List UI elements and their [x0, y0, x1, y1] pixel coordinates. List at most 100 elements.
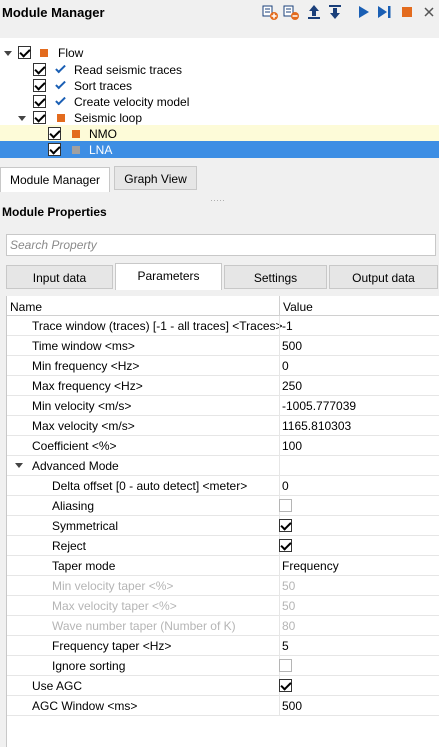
tree-checkbox[interactable] — [48, 143, 61, 156]
property-row[interactable]: Time window <ms> 500 — [7, 336, 439, 356]
property-row[interactable]: AGC Window <ms> 500 — [7, 696, 439, 716]
tree-item-nmo[interactable]: NMO — [0, 125, 439, 142]
property-value[interactable]: 5 — [282, 639, 289, 653]
property-row[interactable]: Delta offset [0 - auto detect] <meter> 0 — [7, 476, 439, 496]
property-value[interactable]: 500 — [282, 699, 302, 713]
tree-item-read-seismic-traces[interactable]: Read seismic traces — [0, 62, 439, 78]
ignore-sorting-checkbox[interactable] — [279, 659, 292, 672]
tree-item-label: Create velocity model — [74, 95, 190, 109]
property-name: Trace window (traces) [-1 - all traces] … — [32, 319, 283, 333]
column-header-value: Value — [283, 300, 313, 314]
view-tabs: Module Manager Graph View — [0, 166, 439, 192]
property-row[interactable]: Frequency taper <Hz> 5 — [7, 636, 439, 656]
property-name: Min velocity taper <%> — [52, 579, 174, 593]
collapse-arrow-icon[interactable] — [15, 463, 23, 468]
tree-checkbox[interactable] — [18, 46, 31, 59]
expand-arrow-icon[interactable] — [18, 116, 26, 121]
panel-title: Module Manager — [2, 5, 105, 20]
property-name: Ignore sorting — [52, 659, 126, 673]
property-name: Max velocity taper <%> — [52, 599, 177, 613]
aliasing-checkbox[interactable] — [279, 499, 292, 512]
property-value[interactable]: 100 — [282, 439, 302, 453]
module-properties-title: Module Properties — [2, 205, 107, 219]
tree-item-create-velocity-model[interactable]: Create velocity model — [0, 94, 439, 110]
module-square-icon — [72, 130, 80, 138]
property-value[interactable]: 0 — [282, 479, 289, 493]
splitter-handle[interactable] — [0, 192, 439, 201]
property-row[interactable]: Min velocity <m/s> -1005.777039 — [7, 396, 439, 416]
symmetrical-checkbox[interactable] — [279, 519, 292, 532]
module-manager-header: Module Manager — [0, 0, 439, 26]
property-row[interactable]: Max frequency <Hz> 250 — [7, 376, 439, 396]
tree-item-lna[interactable]: LNA — [0, 141, 439, 158]
tab-input-data[interactable]: Input data — [6, 265, 113, 289]
property-grid-header: Name Value — [7, 296, 439, 316]
check-icon — [55, 94, 66, 106]
tab-label: Output data — [352, 271, 415, 285]
property-value[interactable]: 500 — [282, 339, 302, 353]
reject-checkbox[interactable] — [279, 539, 292, 552]
tab-settings[interactable]: Settings — [224, 265, 327, 289]
tab-label: Input data — [32, 271, 87, 285]
property-value[interactable]: 1165.810303 — [282, 419, 351, 433]
tab-output-data[interactable]: Output data — [329, 265, 438, 289]
property-name: Min frequency <Hz> — [32, 359, 140, 373]
property-row[interactable]: Symmetrical — [7, 516, 439, 536]
property-row[interactable]: Aliasing — [7, 496, 439, 516]
property-group-advanced-mode[interactable]: Advanced Mode — [7, 456, 439, 476]
tab-label: Settings — [253, 271, 298, 285]
property-name: Max velocity <m/s> — [32, 419, 135, 433]
search-property-input[interactable] — [6, 234, 436, 256]
property-value[interactable]: 250 — [282, 379, 302, 393]
tree-checkbox[interactable] — [33, 79, 46, 92]
module-square-icon — [57, 114, 65, 122]
property-row[interactable]: Ignore sorting — [7, 656, 439, 676]
run-step-icon[interactable] — [376, 4, 392, 20]
property-row[interactable]: Max velocity <m/s> 1165.810303 — [7, 416, 439, 436]
stop-icon[interactable] — [399, 4, 415, 20]
property-name: AGC Window <ms> — [32, 699, 138, 713]
property-name: Use AGC — [32, 679, 83, 693]
close-icon[interactable] — [421, 4, 437, 20]
tree-checkbox[interactable] — [48, 127, 61, 140]
property-row[interactable]: Trace window (traces) [-1 - all traces] … — [7, 316, 439, 336]
add-module-icon[interactable] — [262, 4, 278, 20]
taper-mode-select[interactable]: Frequency — [282, 559, 339, 573]
property-row[interactable]: Coefficient <%> 100 — [7, 436, 439, 456]
column-divider[interactable] — [279, 296, 280, 316]
use-agc-checkbox[interactable] — [279, 679, 292, 692]
property-tabs: Input data Parameters Settings Output da… — [0, 263, 439, 290]
property-row[interactable]: Taper mode Frequency — [7, 556, 439, 576]
property-row[interactable]: Min frequency <Hz> 0 — [7, 356, 439, 376]
tree-item-sort-traces[interactable]: Sort traces — [0, 78, 439, 94]
property-row: Min velocity taper <%> 50 — [7, 576, 439, 596]
property-value: 50 — [282, 579, 296, 593]
check-icon — [55, 78, 66, 90]
expand-arrow-icon[interactable] — [4, 51, 12, 56]
property-name: Time window <ms> — [32, 339, 135, 353]
property-row[interactable]: Reject — [7, 536, 439, 556]
tree-checkbox[interactable] — [33, 63, 46, 76]
property-value[interactable]: 0 — [282, 359, 289, 373]
property-name: Coefficient <%> — [32, 439, 117, 453]
tab-module-manager[interactable]: Module Manager — [0, 167, 110, 192]
tree-checkbox[interactable] — [33, 111, 46, 124]
tree-item-label: Flow — [58, 46, 84, 60]
tree-item-seismic-loop[interactable]: Seismic loop — [0, 110, 439, 126]
property-name: Reject — [52, 539, 87, 553]
property-name: Min velocity <m/s> — [32, 399, 132, 413]
module-square-icon — [72, 146, 80, 154]
property-row[interactable]: Use AGC — [7, 676, 439, 696]
tab-graph-view[interactable]: Graph View — [114, 166, 197, 190]
tree-item-flow[interactable]: Flow — [0, 45, 439, 61]
property-value[interactable]: -1005.777039 — [282, 399, 356, 413]
move-down-icon[interactable] — [327, 4, 343, 20]
property-name: Max frequency <Hz> — [32, 379, 143, 393]
run-icon[interactable] — [356, 4, 372, 20]
tree-checkbox[interactable] — [33, 95, 46, 108]
property-value[interactable]: -1 — [282, 319, 293, 333]
move-up-icon[interactable] — [306, 4, 322, 20]
tree-item-label: LNA — [89, 143, 113, 157]
tab-parameters[interactable]: Parameters — [115, 263, 222, 290]
remove-module-icon[interactable] — [283, 4, 299, 20]
